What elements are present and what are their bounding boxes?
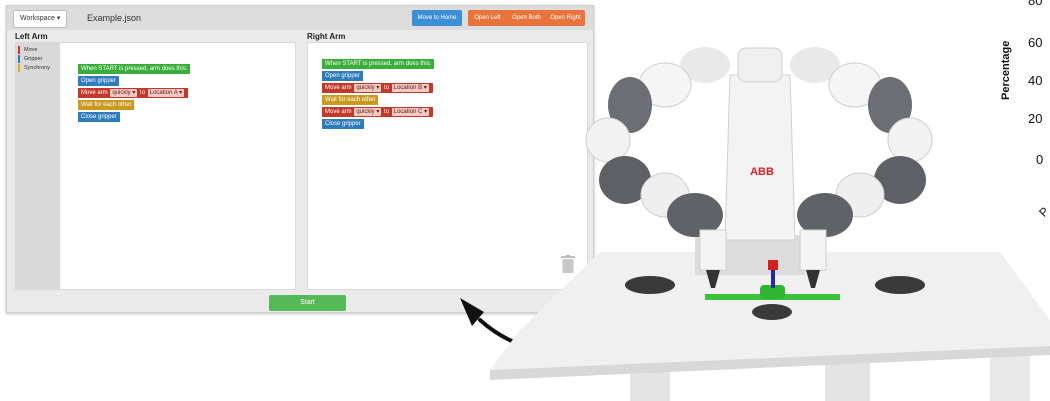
move-arm-label: Move arm — [325, 85, 352, 91]
to-label: to — [384, 109, 390, 115]
toolbox-gripper[interactable]: Gripper — [18, 55, 42, 63]
start-button[interactable]: Start — [269, 295, 346, 311]
open-both-button[interactable]: Open Both — [507, 10, 546, 26]
left-arm-title: Left Arm — [15, 32, 48, 41]
move-arm-label: Move arm — [81, 90, 108, 96]
yumi-robot-illustration: ABB — [490, 47, 1050, 401]
open-left-button[interactable]: Open Left — [468, 10, 507, 26]
to-label: to — [140, 90, 146, 96]
close-gripper-block[interactable]: Close gripper — [322, 119, 364, 129]
open-right-button[interactable]: Open Right — [546, 10, 585, 26]
synchrony-category-color — [18, 64, 20, 72]
close-gripper-block[interactable]: Close gripper — [78, 112, 120, 122]
move-arm-block[interactable]: Move arm quickly ▾ to Location A ▾ — [78, 88, 189, 98]
chart-y-axis-label: Percentage — [1000, 40, 1012, 100]
workspace-dropdown[interactable]: Workspace ▾ — [13, 10, 68, 28]
location-dropdown[interactable]: Location A ▾ — [147, 89, 185, 97]
abb-logo: ABB — [750, 166, 774, 178]
location-dropdown[interactable]: Location B ▾ — [391, 84, 429, 92]
y-tick: 20 — [1028, 111, 1043, 126]
open-gripper-block[interactable]: Open gripper — [78, 76, 120, 86]
move-to-home-button[interactable]: Move to Home — [412, 10, 462, 26]
toolbox-synchrony-label: Synchrony — [24, 65, 50, 71]
y-tick: 80 — [1028, 0, 1043, 8]
block-toolbox: Move Gripper Synchrony — [16, 43, 60, 289]
location-dropdown[interactable]: Location C ▾ — [391, 108, 430, 116]
toolbox-synchrony[interactable]: Synchrony — [18, 64, 50, 72]
move-category-color — [18, 46, 20, 54]
wait-block[interactable]: Wait for each other — [322, 95, 379, 105]
right-arm-title: Right Arm — [307, 32, 346, 41]
y-tick: 40 — [1028, 73, 1043, 88]
left-arm-workspace[interactable]: Move Gripper Synchrony When START is pre… — [15, 42, 296, 290]
filename-label: Example.json — [87, 13, 142, 23]
speed-dropdown[interactable]: quickly ▾ — [354, 108, 382, 116]
when-start-block[interactable]: When START is pressed, arm does this: — [322, 59, 435, 69]
to-label: to — [384, 85, 390, 91]
move-arm-block[interactable]: Move arm quickly ▾ to Location B ▾ — [322, 83, 433, 93]
toolbox-move-label: Move — [24, 47, 38, 53]
gripper-category-color — [18, 55, 20, 63]
when-start-block[interactable]: When START is pressed, arm does this: — [78, 64, 191, 74]
speed-dropdown[interactable]: quickly ▾ — [110, 89, 138, 97]
open-gripper-block[interactable]: Open gripper — [322, 71, 364, 81]
toolbox-gripper-label: Gripper — [24, 56, 43, 62]
y-tick: 0 — [1036, 152, 1044, 167]
toolbar: Workspace ▾ Example.json Move to Home Op… — [7, 6, 593, 30]
wait-block[interactable]: Wait for each other — [78, 100, 135, 110]
speed-dropdown[interactable]: quickly ▾ — [354, 84, 382, 92]
move-arm-block[interactable]: Move arm quickly ▾ to Location C ▾ — [322, 107, 434, 117]
y-tick: 60 — [1028, 35, 1043, 50]
move-arm-label: Move arm — [325, 109, 352, 115]
toolbox-move[interactable]: Move — [18, 46, 37, 54]
